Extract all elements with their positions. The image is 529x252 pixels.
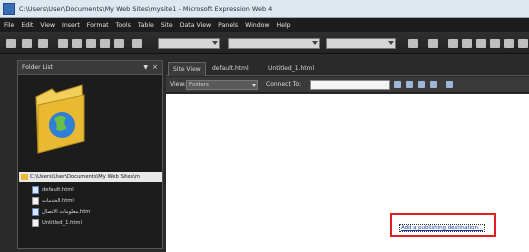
panel-header: Folder List ▼ × [18, 61, 162, 75]
menu-edit[interactable]: Edit [21, 22, 33, 29]
file-list: default.html الخدمات.html معلومات الاتصا… [32, 184, 90, 228]
sync-icon[interactable] [418, 81, 425, 88]
italic-icon[interactable] [462, 39, 472, 48]
menu-site[interactable]: Site [161, 22, 173, 29]
close-icon[interactable]: × [152, 63, 158, 71]
html-file-icon [32, 207, 39, 216]
connect-icon[interactable] [394, 81, 401, 88]
menu-file[interactable]: File [4, 22, 14, 29]
standard-toolbar [0, 32, 529, 54]
view-label: View: [170, 81, 186, 88]
menu-help[interactable]: Help [277, 22, 291, 29]
save-icon[interactable] [38, 39, 48, 48]
preview-icon[interactable] [72, 39, 82, 48]
align-center-icon[interactable] [504, 39, 514, 48]
settings-icon[interactable] [430, 81, 437, 88]
panel-title: Folder List [22, 64, 53, 71]
menu-panels[interactable]: Panels [218, 22, 238, 29]
redo-icon[interactable] [428, 39, 438, 48]
title-bar: C:\Users\User\Documents\My Web Sites\mys… [0, 0, 529, 18]
folder-list-panel: Folder List ▼ × C:\Users\User\Documents\… [17, 60, 163, 249]
bold-icon[interactable] [448, 39, 458, 48]
font-dropdown[interactable] [228, 38, 320, 49]
tab-default-html[interactable]: default.html [208, 62, 253, 76]
publish-icon[interactable] [406, 81, 413, 88]
new-page-icon[interactable] [6, 39, 16, 48]
list-item[interactable]: Untitled_1.html [32, 217, 90, 228]
view-dropdown[interactable]: Folders [186, 80, 258, 90]
cut-icon[interactable] [86, 39, 96, 48]
list-item[interactable]: الخدمات.html [32, 195, 90, 206]
connect-to-label: Connect To: [266, 81, 302, 88]
menu-tools[interactable]: Tools [116, 22, 131, 29]
menu-view[interactable]: View [40, 22, 55, 29]
list-item[interactable]: معلومات الاتصال.htm [32, 206, 90, 217]
file-name: Untitled_1.html [42, 219, 82, 226]
html-file-icon [32, 196, 39, 205]
html-file-icon [32, 218, 39, 227]
menu-data-view[interactable]: Data View [180, 22, 211, 29]
list-item[interactable]: default.html [32, 184, 90, 195]
align-right-icon[interactable] [518, 39, 528, 48]
tab-site-view[interactable]: Site View [168, 62, 206, 76]
style-icon[interactable] [132, 39, 142, 48]
paste-icon[interactable] [114, 39, 124, 48]
menu-window[interactable]: Window [245, 22, 269, 29]
file-name: الخدمات.html [42, 197, 74, 204]
menu-bar: File Edit View Insert Format Tools Table… [0, 18, 529, 32]
stop-icon[interactable] [446, 81, 453, 88]
style-dropdown[interactable] [158, 38, 220, 49]
file-name: معلومات الاتصال.htm [42, 208, 91, 215]
panel-pin-icon[interactable]: ▼ [143, 64, 148, 71]
folder-icon [21, 174, 28, 180]
site-view-toolbar: View: Folders Connect To: [166, 77, 529, 93]
web-folder-icon [35, 84, 85, 154]
print-icon[interactable] [58, 39, 68, 48]
file-name: default.html [42, 186, 74, 193]
connect-to-input[interactable] [310, 80, 390, 90]
highlight-box [390, 213, 496, 237]
html-file-icon [32, 185, 39, 194]
tab-untitled-1[interactable]: Untitled_1.html [264, 62, 318, 76]
app-icon [3, 2, 15, 15]
menu-table[interactable]: Table [138, 22, 154, 29]
view-value: Folders [189, 82, 209, 88]
root-folder-row[interactable]: C:\Users\User\Documents\My Web Sites\m [19, 172, 162, 182]
copy-icon[interactable] [100, 39, 110, 48]
menu-format[interactable]: Format [87, 22, 109, 29]
font-size-dropdown[interactable] [326, 38, 396, 49]
open-icon[interactable] [22, 39, 32, 48]
align-left-icon[interactable] [490, 39, 500, 48]
window-title: C:\Users\User\Documents\My Web Sites\mys… [19, 4, 273, 13]
document-tabs: Site View default.html Untitled_1.html [166, 60, 529, 76]
underline-icon[interactable] [476, 39, 486, 48]
undo-icon[interactable] [408, 39, 418, 48]
root-folder-path: C:\Users\User\Documents\My Web Sites\m [30, 174, 140, 180]
menu-insert[interactable]: Insert [62, 22, 80, 29]
